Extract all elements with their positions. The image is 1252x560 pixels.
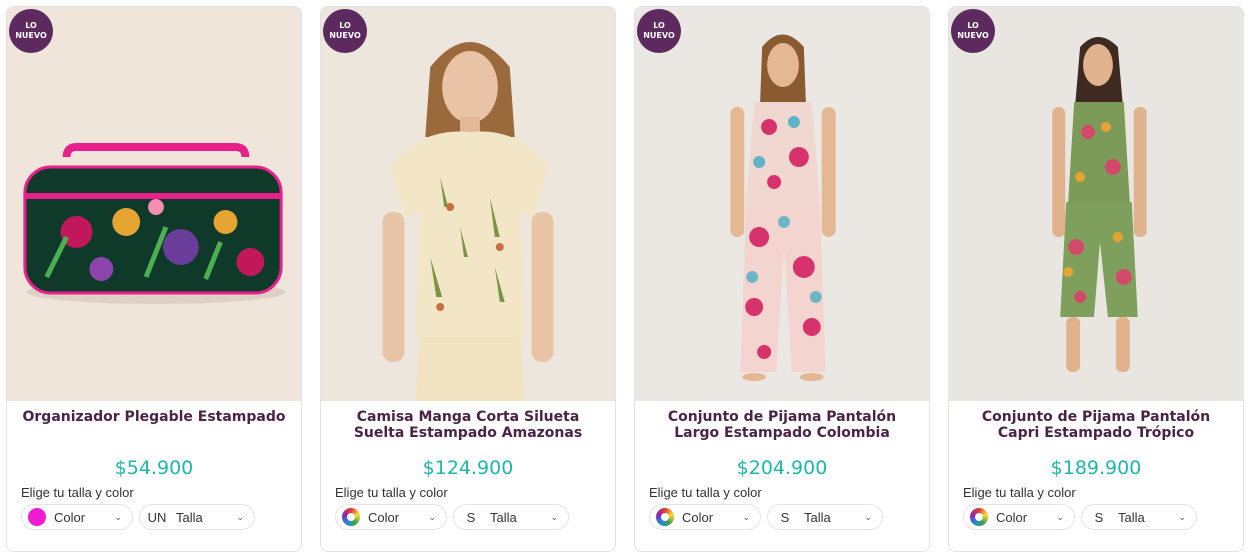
size-select-label: Talla [176,509,203,525]
size-select[interactable]: S Talla ⌄ [1081,504,1197,530]
new-badge: LO NUEVO [323,9,367,53]
color-select-label: Color [54,509,86,525]
color-select-label: Color [682,509,714,525]
size-code: S [466,509,476,525]
size-code: S [1094,509,1104,525]
badge-text-line2: NUEVO [643,31,675,40]
product-card[interactable]: LO NUEVO Conjunto de Pijama Pantalón Lar… [634,6,930,552]
color-swatch [28,508,46,526]
chevron-down-icon: ⌄ [1056,511,1064,522]
chevron-down-icon: ⌄ [1178,511,1186,522]
product-image[interactable]: LO NUEVO [635,7,929,401]
product-price: $124.900 [422,457,514,479]
chevron-down-icon: ⌄ [236,511,244,522]
color-select[interactable]: Color ⌄ [963,504,1075,530]
multicolor-swatch-icon [342,508,360,526]
badge-text-line1: LO [653,21,665,30]
product-title[interactable]: Organizador Plegable Estampado [21,409,287,445]
product-card[interactable]: LO NUEVO Camisa Manga Corta Silueta Suel… [320,6,616,552]
size-select-label: Talla [1118,509,1145,525]
size-code: UN [147,509,167,525]
product-card[interactable]: LO NUEVO Organizador Plegable Estampado … [6,6,302,552]
badge-text-line1: LO [967,21,979,30]
badge-text-line2: NUEVO [15,31,47,40]
color-select-label: Color [368,509,400,525]
size-select-label: Talla [490,509,517,525]
size-select[interactable]: S Talla ⌄ [767,504,883,530]
chevron-down-icon: ⌄ [550,511,558,522]
product-grid: LO NUEVO Organizador Plegable Estampado … [0,0,1252,560]
choose-size-color-label: Elige tu talla y color [649,485,762,500]
product-image[interactable]: LO NUEVO [321,7,615,401]
product-title[interactable]: Camisa Manga Corta Silueta Suelta Estamp… [335,409,601,445]
color-select[interactable]: Color ⌄ [335,504,447,530]
multicolor-swatch-icon [656,508,674,526]
new-badge: LO NUEVO [637,9,681,53]
chevron-down-icon: ⌄ [742,511,750,522]
badge-text-line1: LO [339,21,351,30]
color-select[interactable]: Color ⌄ [21,504,133,530]
badge-text-line2: NUEVO [329,31,361,40]
new-badge: LO NUEVO [9,9,53,53]
color-select[interactable]: Color ⌄ [649,504,761,530]
product-image[interactable]: LO NUEVO [949,7,1243,401]
product-title[interactable]: Conjunto de Pijama Pantalón Largo Estamp… [649,409,915,445]
color-select-label: Color [996,509,1028,525]
badge-text-line2: NUEVO [957,31,989,40]
chevron-down-icon: ⌄ [428,511,436,522]
size-select-label: Talla [804,509,831,525]
choose-size-color-label: Elige tu talla y color [335,485,448,500]
multicolor-swatch-icon [970,508,988,526]
choose-size-color-label: Elige tu talla y color [21,485,134,500]
product-image[interactable]: LO NUEVO [7,7,301,401]
badge-text-line1: LO [25,21,37,30]
choose-size-color-label: Elige tu talla y color [963,485,1076,500]
new-badge: LO NUEVO [951,9,995,53]
product-price: $204.900 [736,457,828,479]
product-title[interactable]: Conjunto de Pijama Pantalón Capri Estamp… [963,409,1229,445]
size-select[interactable]: UN Talla ⌄ [139,504,255,530]
product-card[interactable]: LO NUEVO Conjunto de Pijama Pantalón Cap… [948,6,1244,552]
product-price: $54.900 [114,457,194,479]
product-price: $189.900 [1050,457,1142,479]
chevron-down-icon: ⌄ [114,511,122,522]
size-code: S [780,509,790,525]
size-select[interactable]: S Talla ⌄ [453,504,569,530]
chevron-down-icon: ⌄ [864,511,872,522]
